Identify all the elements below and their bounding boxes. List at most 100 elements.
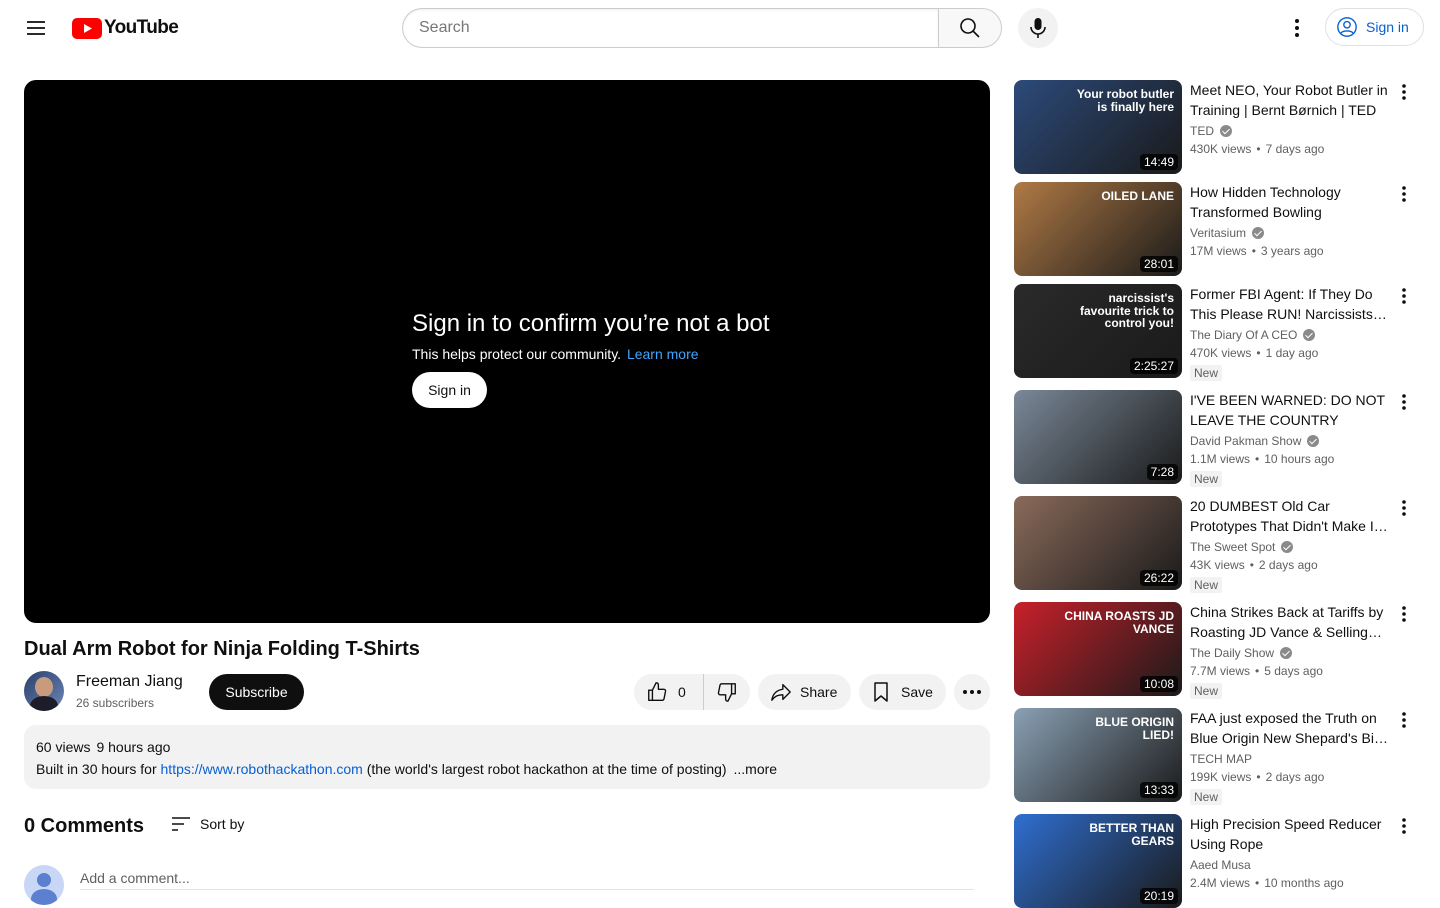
recommended-video[interactable]: narcissist's favourite trick to control … <box>1014 284 1424 381</box>
youtube-logo[interactable]: YouTube <box>72 17 179 39</box>
recommended-video[interactable]: OILED LANE 28:01 How Hidden Technology Tra… <box>1014 182 1424 276</box>
recommended-video-menu-button[interactable] <box>1390 80 1418 104</box>
search-button[interactable] <box>938 8 1002 48</box>
thumbnail-caption: Your robot butler is finally here <box>1076 87 1174 114</box>
kebab-icon <box>1402 818 1406 834</box>
video-duration: 13:33 <box>1139 782 1178 798</box>
recommended-channel[interactable]: David Pakman Show <box>1190 434 1320 448</box>
learn-more-link[interactable]: Learn more <box>627 346 699 362</box>
recommended-video-menu-button[interactable] <box>1390 284 1418 308</box>
recommended-channel[interactable]: Aaed Musa <box>1190 858 1251 872</box>
recommended-video-title[interactable]: Meet NEO, Your Robot Butler in Training … <box>1190 80 1390 120</box>
sort-by-button[interactable]: Sort by <box>170 815 244 833</box>
description-box[interactable]: 60 views 9 hours ago Built in 30 hours fo… <box>24 725 990 789</box>
recommended-video-title[interactable]: 20 DUMBEST Old Car Prototypes That Didn'… <box>1190 496 1390 536</box>
video-thumbnail[interactable]: BLUE ORIGIN LIED! 13:33 <box>1014 708 1182 802</box>
description-meta: 60 views 9 hours ago <box>36 739 978 755</box>
recommended-video-menu-button[interactable] <box>1390 814 1418 838</box>
description-text: Built in 30 hours for https://www.roboth… <box>36 761 978 777</box>
recommended-video-menu-button[interactable] <box>1390 602 1418 626</box>
recommended-channel-name: TED <box>1190 124 1214 138</box>
sort-by-label: Sort by <box>200 816 245 832</box>
search-input[interactable] <box>402 8 939 48</box>
recommended-video[interactable]: BLUE ORIGIN LIED! 13:33 FAA just exposed t… <box>1014 708 1424 805</box>
video-duration: 20:19 <box>1139 888 1178 904</box>
thumbnail-caption: narcissist's favourite trick to control … <box>1079 291 1174 331</box>
like-count: 0 <box>678 684 686 700</box>
recommended-video-title[interactable]: China Strikes Back at Tariffs by Roastin… <box>1190 602 1390 642</box>
video-title: Dual Arm Robot for Ninja Folding T-Shirt… <box>24 638 420 660</box>
verified-badge-icon <box>1303 329 1316 341</box>
recommended-video-title[interactable]: I'VE BEEN WARNED: DO NOT LEAVE THE COUNT… <box>1190 390 1390 430</box>
add-comment-input[interactable] <box>80 866 974 890</box>
recommended-view-count: 1.1M views <box>1190 452 1251 466</box>
recommended-channel[interactable]: The Diary Of A CEO <box>1190 328 1316 342</box>
recommended-video-meta: 1.1M views10 hours ago <box>1190 452 1334 466</box>
recommended-channel[interactable]: TED <box>1190 124 1232 138</box>
new-badge: New <box>1190 471 1223 487</box>
recommended-channel[interactable]: Veritasium <box>1190 226 1265 240</box>
recommended-video-title[interactable]: High Precision Speed Reducer Using Rope <box>1190 814 1390 854</box>
user-avatar <box>24 865 64 905</box>
recommended-video[interactable]: Your robot butler is finally here 14:49 Me… <box>1014 80 1424 174</box>
recommended-video-menu-button[interactable] <box>1390 390 1418 414</box>
sign-in-label: Sign in <box>1366 19 1409 35</box>
like-button[interactable]: 0 <box>634 674 704 710</box>
recommended-channel-name: Veritasium <box>1190 226 1247 240</box>
recommended-channel[interactable]: The Daily Show <box>1190 646 1293 660</box>
recommended-upload-age: 2 days ago <box>1251 770 1324 784</box>
video-thumbnail[interactable]: Your robot butler is finally here 14:49 <box>1014 80 1182 174</box>
recommended-video-menu-button[interactable] <box>1390 708 1418 732</box>
save-button[interactable]: Save <box>859 674 946 710</box>
dislike-button[interactable] <box>704 674 750 710</box>
recommended-video[interactable]: BETTER THAN GEARS 20:19 High Precision Spe… <box>1014 814 1424 908</box>
bot-check-panel: Sign in to confirm you’re not a bot This… <box>412 310 770 408</box>
menu-icon[interactable] <box>16 8 56 48</box>
video-thumbnail[interactable]: 7:28 <box>1014 390 1182 484</box>
description-link[interactable]: https://www.robothackathon.com <box>161 761 363 777</box>
video-player[interactable]: Sign in to confirm you’re not a bot This… <box>24 80 990 623</box>
show-more-button[interactable]: ...more <box>734 761 778 777</box>
video-duration: 26:22 <box>1139 570 1178 586</box>
video-thumbnail[interactable]: BETTER THAN GEARS 20:19 <box>1014 814 1182 908</box>
recommended-video[interactable]: 26:22 20 DUMBEST Old Car Prototypes That … <box>1014 496 1424 593</box>
recommended-video[interactable]: 7:28 I'VE BEEN WARNED: DO NOT LEAVE THE C… <box>1014 390 1424 487</box>
recommended-video-meta: 199K views2 days ago <box>1190 770 1324 784</box>
bookmark-icon <box>874 682 888 702</box>
recommended-video[interactable]: CHINA ROASTS JD VANCE 10:08 China Strikes … <box>1014 602 1424 699</box>
search-icon <box>960 18 980 38</box>
recommended-video-title[interactable]: FAA just exposed the Truth on Blue Origi… <box>1190 708 1390 748</box>
search-bar <box>402 8 1002 48</box>
recommended-channel[interactable]: The Sweet Spot <box>1190 540 1294 554</box>
player-sign-in-button[interactable]: Sign in <box>412 372 487 408</box>
video-thumbnail[interactable]: narcissist's favourite trick to control … <box>1014 284 1182 378</box>
recommended-video-meta: 7.7M views5 days ago <box>1190 664 1323 678</box>
recommended-video-title[interactable]: Former FBI Agent: If They Do This Please… <box>1190 284 1390 324</box>
recommended-view-count: 17M views <box>1190 244 1247 258</box>
recommended-channel-name: The Sweet Spot <box>1190 540 1276 554</box>
share-button[interactable]: Share <box>758 674 851 710</box>
kebab-icon <box>1402 500 1406 516</box>
recommended-video-menu-button[interactable] <box>1390 496 1418 520</box>
video-duration: 7:28 <box>1146 464 1178 480</box>
recommended-upload-age: 7 days ago <box>1251 142 1324 156</box>
settings-menu-button[interactable] <box>1277 8 1317 48</box>
recommended-upload-age: 10 months ago <box>1250 876 1344 890</box>
voice-search-button[interactable] <box>1018 8 1058 48</box>
new-badge: New <box>1190 683 1223 699</box>
video-thumbnail[interactable]: OILED LANE 28:01 <box>1014 182 1182 276</box>
recommended-channel-name: TECH MAP <box>1190 752 1253 766</box>
recommended-channel-name: Aaed Musa <box>1190 858 1251 872</box>
recommended-channel[interactable]: TECH MAP <box>1190 752 1252 766</box>
recommended-video-meta: 43K views2 days ago <box>1190 558 1318 572</box>
sign-in-button[interactable]: Sign in <box>1325 8 1424 46</box>
more-actions-button[interactable] <box>954 674 990 710</box>
video-duration: 2:25:27 <box>1129 358 1178 374</box>
recommended-video-menu-button[interactable] <box>1390 182 1418 206</box>
channel-name[interactable]: Freeman Jiang <box>76 673 183 691</box>
video-thumbnail[interactable]: CHINA ROASTS JD VANCE 10:08 <box>1014 602 1182 696</box>
subscribe-button[interactable]: Subscribe <box>209 674 304 710</box>
video-thumbnail[interactable]: 26:22 <box>1014 496 1182 590</box>
recommended-video-title[interactable]: How Hidden Technology Transformed Bowlin… <box>1190 182 1390 222</box>
channel-avatar[interactable] <box>24 671 64 711</box>
